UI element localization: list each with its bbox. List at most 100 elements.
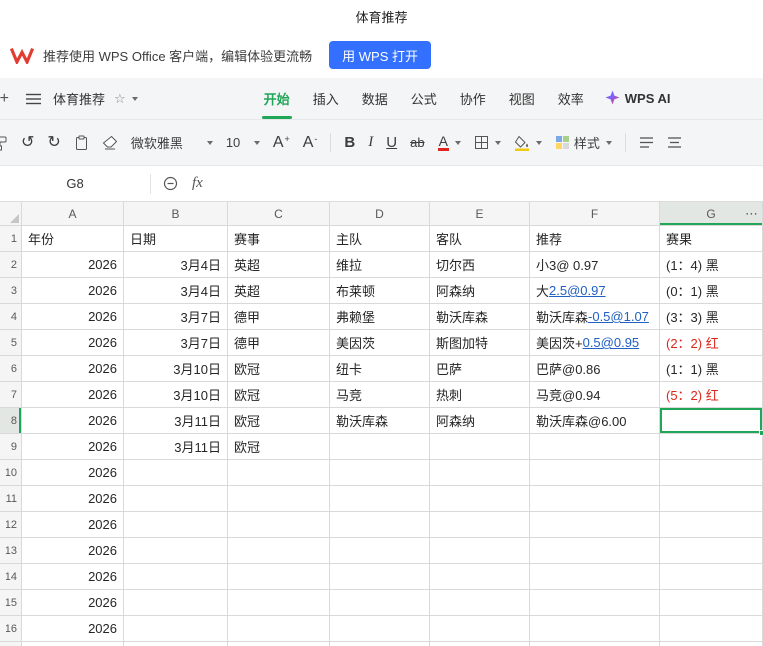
row-header-13[interactable]: 13 xyxy=(0,538,22,564)
italic-button[interactable]: I xyxy=(368,134,373,151)
paste-button[interactable] xyxy=(74,135,89,151)
decrease-font-size-button[interactable]: A- xyxy=(303,134,318,151)
ribbon-tab-5[interactable]: 协作 xyxy=(460,78,486,119)
cell-F12[interactable] xyxy=(530,512,660,538)
borders-button[interactable] xyxy=(474,135,501,150)
font-size-select[interactable]: 10 xyxy=(226,135,260,150)
cell-E9[interactable] xyxy=(430,434,530,460)
cell-A9[interactable]: 2026 xyxy=(22,434,124,460)
cell-F11[interactable] xyxy=(530,486,660,512)
font-color-button[interactable]: A xyxy=(437,133,461,152)
fill-handle[interactable] xyxy=(759,430,763,436)
strikethrough-button[interactable]: ab xyxy=(410,135,424,150)
cell-G7[interactable]: (5：2) 红 xyxy=(660,382,763,408)
cell-B2[interactable]: 3月4日 xyxy=(124,252,228,278)
cell-D11[interactable] xyxy=(330,486,430,512)
cell-G14[interactable] xyxy=(660,564,763,590)
cell-A12[interactable]: 2026 xyxy=(22,512,124,538)
cell-C14[interactable] xyxy=(228,564,330,590)
cell-D9[interactable] xyxy=(330,434,430,460)
cell-C4[interactable]: 德甲 xyxy=(228,304,330,330)
cell-G4[interactable]: (3：3) 黑 xyxy=(660,304,763,330)
font-name-select[interactable]: 微软雅黑 xyxy=(131,133,213,152)
cell-E12[interactable] xyxy=(430,512,530,538)
redo-button[interactable]: ↻ xyxy=(47,134,60,151)
cell-B5[interactable]: 3月7日 xyxy=(124,330,228,356)
open-in-wps-button[interactable]: 用 WPS 打开 xyxy=(329,41,432,69)
cell-A8[interactable]: 2026 xyxy=(22,408,124,434)
cell-B3[interactable]: 3月4日 xyxy=(124,278,228,304)
ribbon-tab-3[interactable]: 数据 xyxy=(362,78,388,119)
cell-A3[interactable]: 2026 xyxy=(22,278,124,304)
circle-minus-icon[interactable] xyxy=(163,176,178,191)
cell-F10[interactable] xyxy=(530,460,660,486)
cell-E5[interactable]: 斯图加特 xyxy=(430,330,530,356)
bold-button[interactable]: B xyxy=(344,134,355,151)
cell-A10[interactable]: 2026 xyxy=(22,460,124,486)
cell-C15[interactable] xyxy=(228,590,330,616)
cell-F4[interactable]: 勒沃库森 -0.5@1.07 xyxy=(530,304,660,330)
cell-B16[interactable] xyxy=(124,616,228,642)
underline-button[interactable]: U xyxy=(386,134,397,151)
cell-E17[interactable] xyxy=(430,642,530,646)
cell-F8[interactable]: 勒沃库森@6.00 xyxy=(530,408,660,434)
cell-E8[interactable]: 阿森纳 xyxy=(430,408,530,434)
cell-C17[interactable] xyxy=(228,642,330,646)
cell-C10[interactable] xyxy=(228,460,330,486)
cell-A11[interactable]: 2026 xyxy=(22,486,124,512)
cell-E3[interactable]: 阿森纳 xyxy=(430,278,530,304)
cell-A2[interactable]: 2026 xyxy=(22,252,124,278)
cell-F17[interactable] xyxy=(530,642,660,646)
row-header-7[interactable]: 7 xyxy=(0,382,22,408)
cell-A15[interactable]: 2026 xyxy=(22,590,124,616)
cell-D17[interactable] xyxy=(330,642,430,646)
cell-D14[interactable] xyxy=(330,564,430,590)
cell-E6[interactable]: 巴萨 xyxy=(430,356,530,382)
favorite-star-icon[interactable]: ☆ xyxy=(114,91,126,107)
cell-F14[interactable] xyxy=(530,564,660,590)
more-columns-button[interactable]: ⋯ xyxy=(745,202,758,226)
cell-E2[interactable]: 切尔西 xyxy=(430,252,530,278)
undo-button[interactable]: ↺ xyxy=(21,134,34,151)
cell-D4[interactable]: 弗赖堡 xyxy=(330,304,430,330)
cell-F15[interactable] xyxy=(530,590,660,616)
cell-G10[interactable] xyxy=(660,460,763,486)
cell-hyperlink[interactable]: 0.5@0.95 xyxy=(583,335,640,350)
column-header-C[interactable]: C xyxy=(228,202,330,225)
cell-E10[interactable] xyxy=(430,460,530,486)
cell-C9[interactable]: 欧冠 xyxy=(228,434,330,460)
cell-B1[interactable]: 日期 xyxy=(124,226,228,252)
cell-B15[interactable] xyxy=(124,590,228,616)
cell-C8[interactable]: 欧冠 xyxy=(228,408,330,434)
cell-G1[interactable]: 赛果 xyxy=(660,226,763,252)
cell-E14[interactable] xyxy=(430,564,530,590)
cell-B13[interactable] xyxy=(124,538,228,564)
row-header-11[interactable]: 11 xyxy=(0,486,22,512)
cell-G3[interactable]: (0：1) 黑 xyxy=(660,278,763,304)
cell-A13[interactable]: 2026 xyxy=(22,538,124,564)
align-left-button[interactable] xyxy=(639,136,654,149)
row-header-5[interactable]: 5 xyxy=(0,330,22,356)
cell-F2[interactable]: 小3@ 0.97 xyxy=(530,252,660,278)
row-header-8[interactable]: 8 xyxy=(0,408,22,434)
cell-D7[interactable]: 马竞 xyxy=(330,382,430,408)
cell-F13[interactable] xyxy=(530,538,660,564)
row-header-15[interactable]: 15 xyxy=(0,590,22,616)
column-header-A[interactable]: A xyxy=(22,202,124,225)
cell-B10[interactable] xyxy=(124,460,228,486)
column-header-E[interactable]: E xyxy=(430,202,530,225)
cell-D3[interactable]: 布莱顿 xyxy=(330,278,430,304)
hamburger-menu-icon[interactable] xyxy=(26,93,41,105)
cell-D12[interactable] xyxy=(330,512,430,538)
cell-D13[interactable] xyxy=(330,538,430,564)
cell-C12[interactable] xyxy=(228,512,330,538)
cell-D16[interactable] xyxy=(330,616,430,642)
ribbon-tab-4[interactable]: 公式 xyxy=(411,78,437,119)
cell-B14[interactable] xyxy=(124,564,228,590)
cell-F3[interactable]: 大 2.5@0.97 xyxy=(530,278,660,304)
cell-D8[interactable]: 勒沃库森 xyxy=(330,408,430,434)
row-header-10[interactable]: 10 xyxy=(0,460,22,486)
cell-C2[interactable]: 英超 xyxy=(228,252,330,278)
cell-B7[interactable]: 3月10日 xyxy=(124,382,228,408)
cell-G17[interactable] xyxy=(660,642,763,646)
